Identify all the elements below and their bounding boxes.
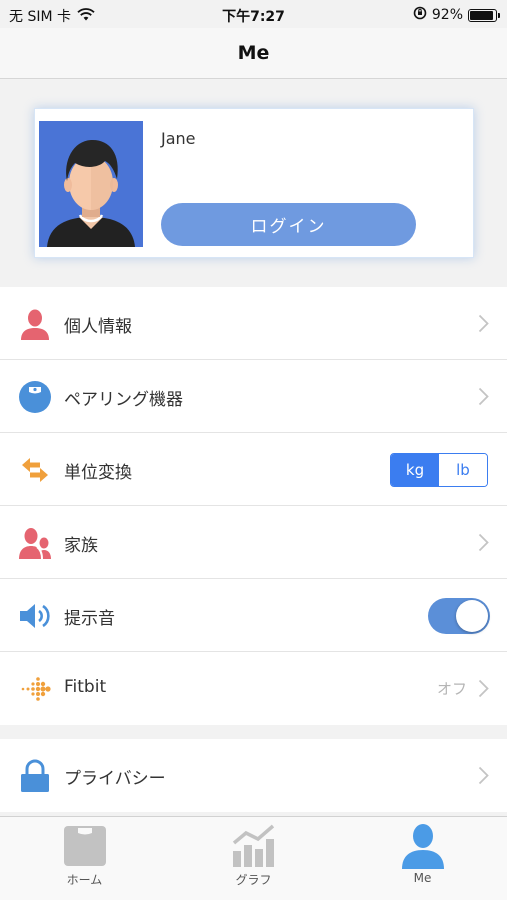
chevron-right-icon	[478, 387, 489, 406]
tab-label-home: ホーム	[66, 873, 103, 887]
status-bar: 无 SIM 卡 下午7:27 92%	[0, 0, 507, 28]
family-icon	[18, 526, 52, 560]
me-screen: 无 SIM 卡 下午7:27 92% Me Jane ログイン 個人情報 ペアリ…	[0, 0, 507, 900]
menu-row-sound: 提示音	[0, 579, 507, 652]
tab-home[interactable]: ホーム	[0, 817, 169, 900]
row-label-pairing: ペアリング機器	[64, 390, 183, 410]
fitbit-logo-icon	[18, 672, 52, 706]
menu-row-privacy[interactable]: プライバシー	[0, 739, 507, 812]
row-label-fitbit: Fitbit	[64, 677, 107, 697]
chevron-right-icon	[478, 533, 489, 552]
scale-icon	[18, 380, 52, 414]
menu-row-family[interactable]: 家族	[0, 506, 507, 579]
row-label-family: 家族	[64, 536, 98, 556]
login-button[interactable]: ログイン	[161, 203, 416, 246]
tab-graph[interactable]: グラフ	[169, 817, 338, 900]
fitbit-status: オフ	[436, 680, 467, 698]
row-label-sound: 提示音	[64, 609, 115, 629]
avatar[interactable]	[39, 121, 143, 247]
nav-bar: Me	[0, 28, 507, 79]
battery-icon	[468, 8, 500, 22]
tab-bar: ホーム グラフ Me	[0, 816, 507, 900]
chevron-right-icon	[478, 679, 489, 698]
bar-chart-icon	[230, 823, 278, 869]
page-title: Me	[237, 42, 270, 64]
menu-row-pairing[interactable]: ペアリング機器	[0, 360, 507, 433]
person-tab-icon	[399, 823, 447, 869]
menu-row-unit: 単位変換 kg lb	[0, 433, 507, 506]
lock-icon	[18, 759, 52, 793]
swap-arrows-icon	[18, 453, 52, 487]
tab-me[interactable]: Me	[338, 817, 507, 900]
status-right: 92%	[413, 6, 500, 24]
sound-toggle-switch[interactable]	[428, 598, 490, 634]
privacy-list: プライバシー	[0, 739, 507, 812]
speaker-icon	[18, 599, 52, 633]
profile-name: Jane	[161, 129, 196, 148]
settings-list: 個人情報 ペアリング機器 単位変換 kg lb 家族 提示音 Fitbit オフ	[0, 287, 507, 725]
battery-percent: 92%	[431, 7, 463, 23]
unit-option-kg[interactable]: kg	[391, 454, 439, 486]
unit-option-lb[interactable]: lb	[439, 454, 487, 486]
home-scale-icon	[61, 823, 109, 869]
row-label-privacy: プライバシー	[64, 769, 166, 789]
menu-row-personal-info[interactable]: 個人情報	[0, 287, 507, 360]
chevron-right-icon	[478, 314, 489, 333]
person-icon	[18, 307, 52, 341]
chevron-right-icon	[478, 766, 489, 785]
battery-fill	[470, 10, 493, 20]
tab-label-me: Me	[413, 871, 432, 885]
row-label-personal-info: 個人情報	[64, 317, 132, 337]
orientation-lock-icon	[413, 6, 427, 24]
tab-label-graph: グラフ	[235, 873, 272, 887]
row-label-unit: 単位変換	[64, 463, 132, 483]
switch-knob	[456, 600, 488, 632]
profile-card: Jane ログイン	[34, 108, 474, 258]
unit-toggle: kg lb	[390, 453, 488, 487]
menu-row-fitbit[interactable]: Fitbit オフ	[0, 652, 507, 725]
